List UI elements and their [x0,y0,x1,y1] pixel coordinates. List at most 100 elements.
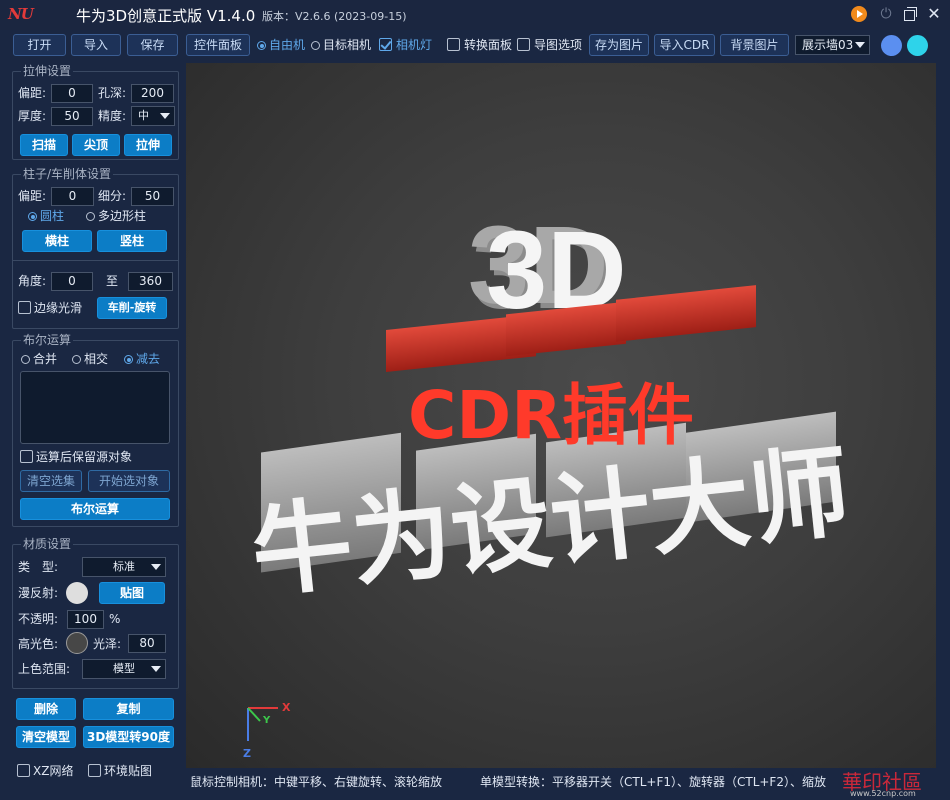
gloss-input[interactable]: 80 [128,634,166,653]
gloss-label: 光泽: [93,637,122,651]
display-wall-select[interactable]: 展示墙03 [795,35,870,55]
color-range-label: 上色范围: [18,662,71,676]
cylinder-label[interactable]: 圆柱 [40,208,64,224]
free-camera-radio[interactable] [257,41,266,50]
column-settings-title: 柱子/车削体设置 [21,167,114,181]
thickness-label: 厚度: [18,109,47,123]
subtract-label[interactable]: 减去 [136,351,160,367]
extrude-offset-input[interactable]: 0 [51,84,93,103]
control-panel-button[interactable]: 控件面板 [186,34,250,56]
subtract-radio[interactable] [124,355,133,364]
target-camera-label[interactable]: 目标相机 [323,37,371,53]
intersect-label[interactable]: 相交 [84,351,108,367]
clear-selection-button[interactable]: 清空选集 [20,470,82,492]
column-offset-input[interactable]: 0 [51,187,94,206]
horizontal-column-button[interactable]: 横柱 [22,230,92,252]
diffuse-color-swatch[interactable] [66,582,88,604]
lathe-rotate-button[interactable]: 车削-旋转 [97,297,167,319]
app-logo: NU [8,5,34,23]
export-options-checkbox[interactable] [517,38,530,51]
angle-to-input[interactable]: 360 [128,272,173,291]
axis-y-label: Y [262,715,271,726]
xz-grid-label[interactable]: XZ网络 [33,763,73,779]
opacity-label: 不透明: [18,612,59,626]
keep-source-label[interactable]: 运算后保留源对象 [36,449,132,465]
opacity-input[interactable]: 100 [67,610,104,629]
subdivision-input[interactable]: 50 [131,187,174,206]
color-range-value: 模型 [113,662,135,675]
angle-from-input[interactable]: 0 [51,272,93,291]
subdivision-label: 细分: [98,189,127,203]
material-title: 材质设置 [21,537,74,551]
precision-select[interactable]: 中 [131,106,175,126]
version-label: 版本：V2.6.6 (2023-09-15) [262,10,407,23]
env-map-checkbox[interactable] [88,764,101,777]
column-offset-label: 偏距: [18,189,47,203]
start-selection-button[interactable]: 开始选对象 [88,470,170,492]
extrude-offset-label: 偏距: [18,86,47,100]
intersect-radio[interactable] [72,355,81,364]
open-button[interactable]: 打开 [13,34,66,56]
thickness-input[interactable]: 50 [51,107,93,126]
union-label[interactable]: 合并 [33,351,57,367]
color-swatch-blue[interactable] [881,35,902,56]
boolean-object-list[interactable] [20,371,170,444]
restore-window-icon[interactable] [902,6,918,22]
union-radio[interactable] [21,355,30,364]
app-title: 牛为3D创意正式版 V1.4.0 [76,7,256,25]
texture-button[interactable]: 贴图 [99,582,165,604]
camera-light-checkbox[interactable] [379,38,392,51]
color-range-select[interactable]: 模型 [82,659,166,679]
stretch-button[interactable]: 拉伸 [124,134,172,156]
scene-render: 3D 3D 3D CDR插件 牛为设计大师 X Y Z [243,204,855,760]
smooth-edges-checkbox[interactable] [18,301,31,314]
target-camera-radio[interactable] [311,41,320,50]
xz-grid-checkbox[interactable] [17,764,30,777]
3d-viewport[interactable]: 3D 3D 3D CDR插件 牛为设计大师 X Y Z [186,63,936,768]
export-options-label[interactable]: 导图选项 [534,37,582,53]
material-type-select[interactable]: 标准 [82,557,166,577]
chevron-down-icon [855,42,865,48]
smooth-edges-label[interactable]: 边缘光滑 [34,300,82,316]
delete-button[interactable]: 删除 [16,698,76,720]
close-icon[interactable]: ✕ [926,6,942,22]
axis-gizmo: X Y Z [243,701,291,760]
rotate-90-button[interactable]: 3D模型转90度 [83,726,174,748]
save-button[interactable]: 保存 [127,34,178,56]
mouse-hint-text: 鼠标控制相机：中键平移、右键旋转、滚轮缩放 [190,775,443,789]
material-type-label: 类 型: [18,560,59,574]
chevron-down-icon [151,666,161,672]
scene-text-cdr: CDR插件 [408,377,694,454]
boolean-run-button[interactable]: 布尔运算 [20,498,170,520]
scan-button[interactable]: 扫描 [20,134,68,156]
hole-depth-label: 孔深: [98,86,127,100]
import-cdr-button[interactable]: 导入CDR [654,34,715,56]
hole-depth-input[interactable]: 200 [131,84,174,103]
display-wall-value: 展示墙03 [802,38,854,52]
single-model-hint-text: 单模型转换：平移器开关（CTL+F1）、旋转器（CTL+F2）、缩放 [480,775,826,789]
vertical-column-button[interactable]: 竖柱 [97,230,167,252]
keep-source-checkbox[interactable] [20,450,33,463]
apex-button[interactable]: 尖顶 [72,134,120,156]
copy-button[interactable]: 复制 [83,698,174,720]
save-image-button[interactable]: 存为图片 [589,34,649,56]
axis-x-label: X [282,701,291,714]
clear-model-button[interactable]: 清空模型 [16,726,76,748]
polygon-column-label[interactable]: 多边形柱 [98,208,146,224]
transform-panel-label[interactable]: 转换面板 [464,37,512,53]
angle-label: 角度: [18,274,47,288]
background-image-button[interactable]: 背景图片 [720,34,789,56]
cylinder-radio[interactable] [28,212,37,221]
env-map-label[interactable]: 环境贴图 [104,763,152,779]
transform-panel-checkbox[interactable] [447,38,460,51]
color-swatch-cyan[interactable] [907,35,928,56]
highlight-color-swatch[interactable] [66,632,88,654]
opacity-unit: % [109,612,121,626]
free-camera-label[interactable]: 自由机 [269,37,305,53]
play-icon[interactable] [851,6,867,22]
power-icon[interactable]: ⏻ [878,6,894,22]
camera-light-label[interactable]: 相机灯 [396,37,432,53]
precision-value: 中 [138,109,149,122]
polygon-column-radio[interactable] [86,212,95,221]
import-button[interactable]: 导入 [71,34,121,56]
